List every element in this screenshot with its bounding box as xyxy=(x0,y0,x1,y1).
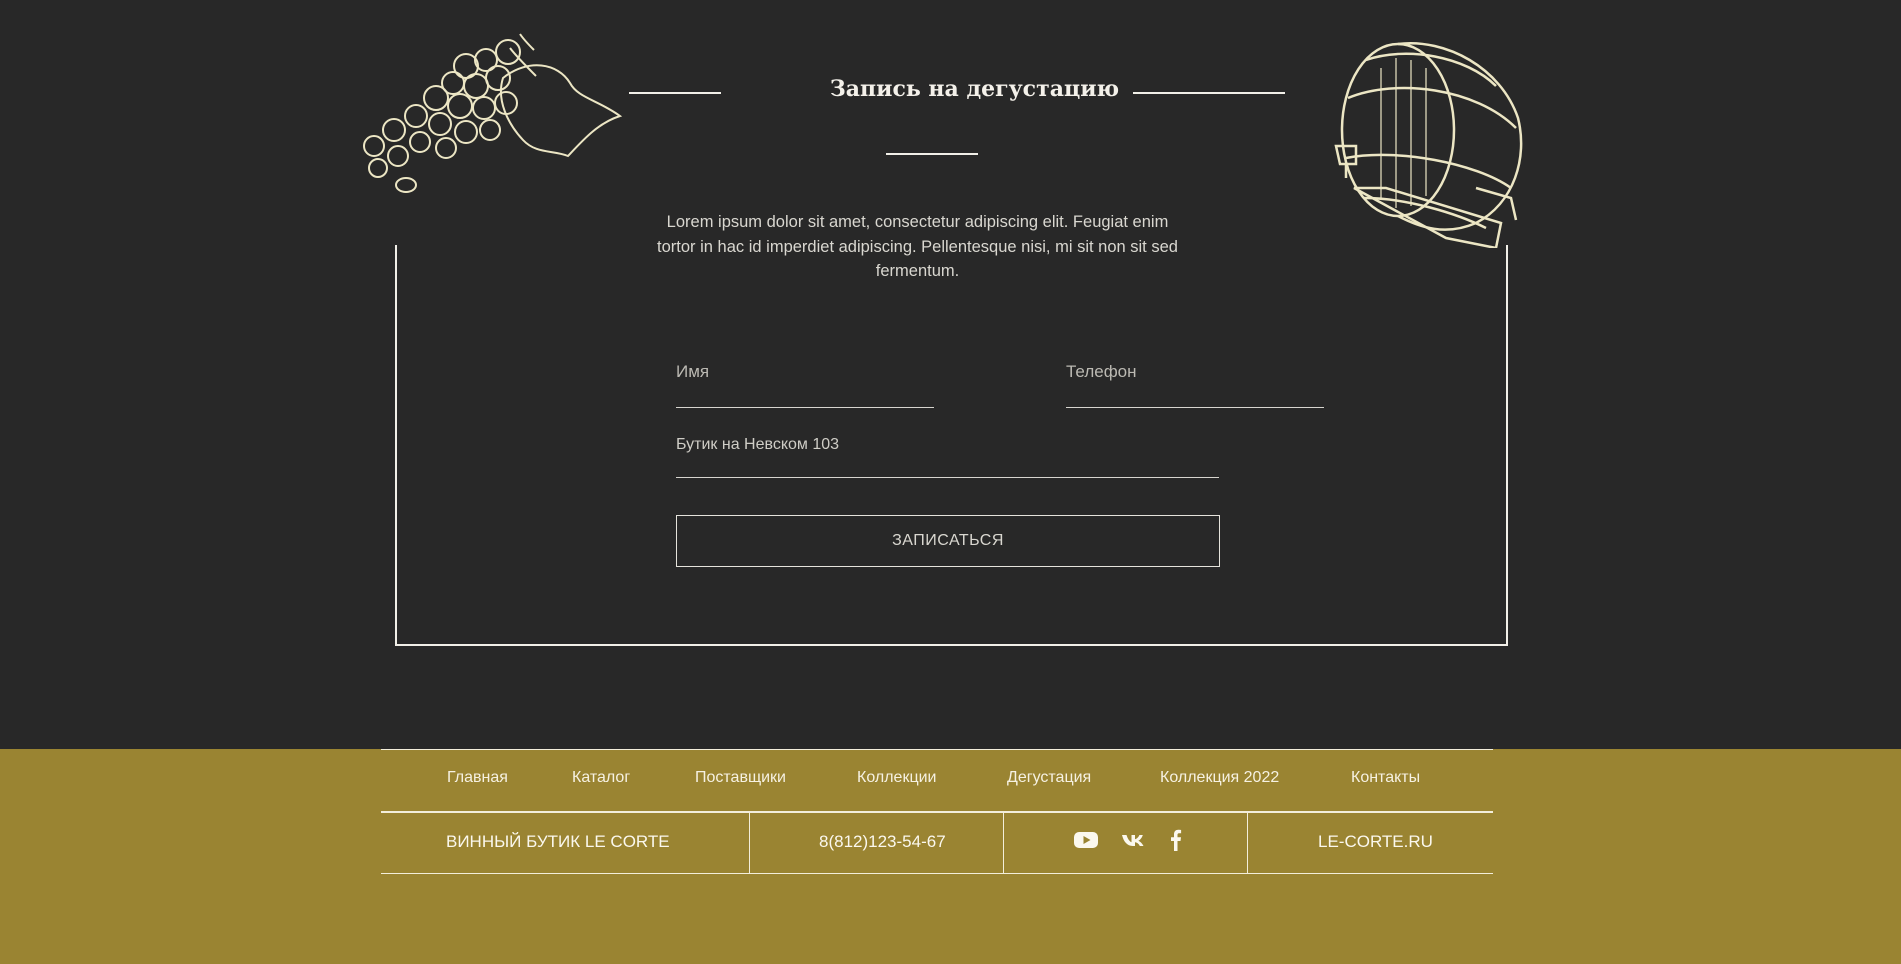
page: Запись на дегустацию Lorem ipsum dolor s… xyxy=(0,0,1901,964)
footer-phone[interactable]: 8(812)123-54-67 xyxy=(819,832,946,852)
footer-divider-3 xyxy=(1247,811,1248,873)
footer-nav-contacts[interactable]: Контакты xyxy=(1351,769,1420,787)
footer-nav-tasting[interactable]: Дегустация xyxy=(1007,769,1091,787)
submit-button[interactable]: ЗАПИСАТЬСЯ xyxy=(676,515,1220,567)
footer-divider-1 xyxy=(749,811,750,873)
footer-divider-2 xyxy=(1003,811,1004,873)
footer-nav-suppliers[interactable]: Поставщики xyxy=(695,769,786,787)
footer-line-middle xyxy=(381,811,1493,813)
phone-input[interactable] xyxy=(1066,362,1324,382)
footer-brand: ВИННЫЙ БУТИК LE CORTE xyxy=(446,832,670,851)
form-description: Lorem ipsum dolor sit amet, consectetur … xyxy=(657,213,1178,280)
footer-line-top xyxy=(381,749,1493,750)
youtube-icon[interactable] xyxy=(1072,826,1100,854)
name-field[interactable] xyxy=(676,362,934,408)
footer-nav-catalog[interactable]: Каталог xyxy=(572,769,630,787)
title-underline xyxy=(886,153,978,155)
facebook-icon[interactable] xyxy=(1162,826,1190,854)
footer xyxy=(0,749,1901,964)
boutique-select-value: Бутик на Невском 103 xyxy=(676,436,840,453)
vk-icon[interactable] xyxy=(1120,826,1148,854)
grapes-illustration xyxy=(363,33,623,193)
footer-site-link[interactable]: LE-CORTE.RU xyxy=(1318,832,1433,852)
name-input[interactable] xyxy=(676,362,934,382)
phone-field[interactable] xyxy=(1066,362,1324,408)
footer-nav-collections[interactable]: Коллекции xyxy=(857,769,936,787)
boutique-select[interactable]: Бутик на Невском 103 xyxy=(676,434,1219,478)
footer-line-bottom xyxy=(381,873,1493,874)
footer-nav-collection-2022[interactable]: Коллекция 2022 xyxy=(1160,769,1279,787)
form-title: Запись на дегустацию xyxy=(829,76,1120,102)
footer-nav-home[interactable]: Главная xyxy=(447,769,508,787)
barrel-illustration xyxy=(1334,41,1523,248)
title-line-right xyxy=(1133,92,1285,94)
